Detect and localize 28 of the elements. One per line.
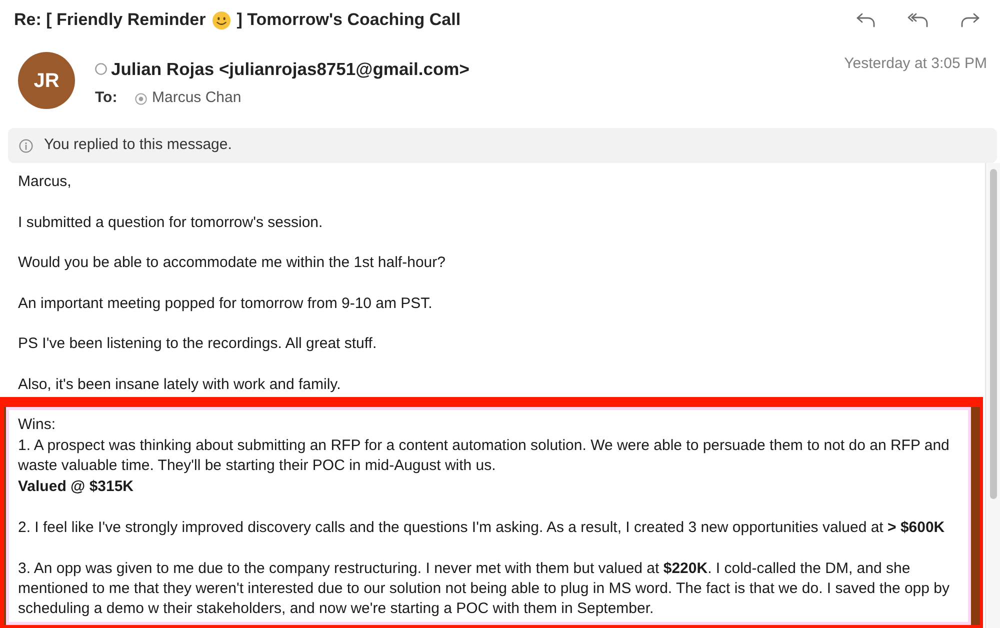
reply-icon[interactable] [856, 12, 876, 28]
forward-icon[interactable] [960, 12, 980, 28]
body-text: An important meeting popped for tomorrow from 9-10 am PST. [18, 294, 434, 314]
sender-name: Julian Rojas <julianrojas8751@gmail.com> [111, 58, 470, 81]
body-text: Would you be able to accommodate me within the 1st half-hour? [18, 253, 446, 274]
body-text: Valued @ $315K [18, 476, 135, 497]
avatar: JR [18, 52, 75, 109]
recipient-status-icon [135, 92, 147, 104]
to-label: To: [95, 88, 118, 108]
body-text: 2. I feel like I've strongly improved discovery calls and the questions I'm asking. As a result, I created 3 new opportunities valued at > $600K [18, 518, 946, 538]
info-icon [19, 138, 33, 152]
body-text: Marcus, [18, 172, 72, 192]
reply-all-icon[interactable] [907, 12, 929, 28]
status-circle-icon [95, 63, 107, 76]
subject-text: ] Tomorrow's Coaching Call [236, 9, 461, 32]
body-text: Also, it's been insane lately with work and family. [18, 374, 342, 395]
body-text: Wins: [18, 415, 56, 436]
body-text: 3. An opp was given to me due to the company restructuring. I never met with them but valued at $220K. I cold-called the DM, and she mentioned to me that they weren't interested due to our solution not being able to plug in MS word. The fact is that we do. I saved the opp by scheduling a demo w their stakeholders, and now we're starting a POC with them in September. [18, 558, 950, 620]
smiley-emoji-icon [212, 10, 231, 30]
notice-text: You replied to this message. [44, 135, 232, 156]
subject-text: Re: [ Friendly Reminder [14, 9, 206, 32]
timestamp: Yesterday at 3:05 PM [844, 54, 987, 74]
scrollbar[interactable] [985, 163, 1000, 628]
body-text: 1. A prospect was thinking about submitting an RFP for a content automation solution. We were able to persuade them to not do an RFP and waste valuable time. They'll be starting their POC in mid-August with us. [18, 436, 950, 476]
recipient-name[interactable]: Marcus Chan [152, 87, 242, 110]
scrollbar-thumb[interactable] [990, 169, 996, 499]
body-text: PS I've been listening to the recordings. All great stuff. [18, 334, 378, 354]
body-text: I submitted a question for tomorrow's session. [18, 212, 324, 233]
